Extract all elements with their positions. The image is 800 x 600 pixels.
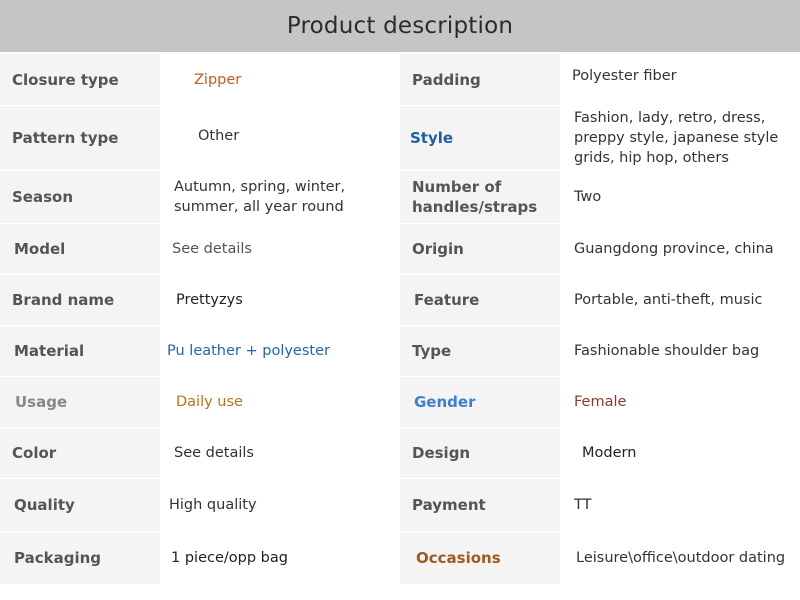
spec-label: Padding	[400, 54, 560, 105]
table-row: Quality High quality Payment TT	[0, 479, 800, 532]
spec-label: Number of handles/straps	[400, 171, 560, 223]
table-row: Closure type Zipper Padding Polyester fi…	[0, 54, 800, 106]
table-row: Usage Daily use Gender Female	[0, 377, 800, 428]
spec-label: Gender	[400, 377, 560, 427]
table-row: Material Pu leather + polyester Type Fas…	[0, 326, 800, 377]
spec-value: High quality	[160, 479, 400, 531]
spec-label: Quality	[0, 479, 160, 531]
spec-value: Prettyzys	[160, 275, 400, 325]
table-row: Model See details Origin Guangdong provi…	[0, 224, 800, 275]
table-row: Pattern type Other Style Fashion, lady, …	[0, 106, 800, 171]
spec-value: Two	[560, 171, 800, 223]
spec-label: Usage	[0, 377, 160, 427]
table-row: Season Autumn, spring, winter, summer, a…	[0, 171, 800, 224]
spec-label: Season	[0, 171, 160, 223]
spec-value: Other	[160, 106, 400, 170]
spec-label: Material	[0, 326, 160, 376]
spec-label: Packaging	[0, 532, 160, 584]
product-description-header: Product description	[0, 0, 800, 52]
spec-label: Feature	[400, 275, 560, 325]
table-row: Brand name Prettyzys Feature Portable, a…	[0, 275, 800, 326]
spec-label: Brand name	[0, 275, 160, 325]
spec-label: Pattern type	[0, 106, 160, 170]
spec-value: Leisure\office\outdoor dating	[560, 532, 800, 584]
spec-value: 1 piece/opp bag	[160, 532, 400, 584]
spec-value: Autumn, spring, winter, summer, all year…	[160, 171, 400, 223]
spec-value: Guangdong province, china	[560, 224, 800, 274]
spec-label: Model	[0, 224, 160, 274]
page-title: Product description	[286, 13, 514, 39]
table-row: Color See details Design Modern	[0, 428, 800, 479]
spec-label: Style	[400, 106, 560, 170]
spec-value: Portable, anti-theft, music	[560, 275, 800, 325]
spec-value: Polyester fiber	[560, 54, 800, 105]
spec-label: Color	[0, 428, 160, 478]
spec-value: Female	[560, 377, 800, 427]
spec-value: Modern	[560, 428, 800, 478]
spec-label: Design	[400, 428, 560, 478]
spec-value: Pu leather + polyester	[160, 326, 400, 376]
spec-value: See details	[160, 224, 400, 274]
product-spec-table: Closure type Zipper Padding Polyester fi…	[0, 54, 800, 585]
spec-label: Payment	[400, 479, 560, 531]
spec-value: Fashion, lady, retro, dress, preppy styl…	[560, 106, 800, 170]
spec-value: Fashionable shoulder bag	[560, 326, 800, 376]
spec-label: Closure type	[0, 54, 160, 105]
spec-label: Type	[400, 326, 560, 376]
table-row: Packaging 1 piece/opp bag Occasions Leis…	[0, 532, 800, 585]
spec-label: Origin	[400, 224, 560, 274]
spec-label: Occasions	[400, 532, 560, 584]
spec-value: Daily use	[160, 377, 400, 427]
spec-value: Zipper	[160, 54, 400, 105]
spec-value: See details	[160, 428, 400, 478]
spec-value: TT	[560, 479, 800, 531]
